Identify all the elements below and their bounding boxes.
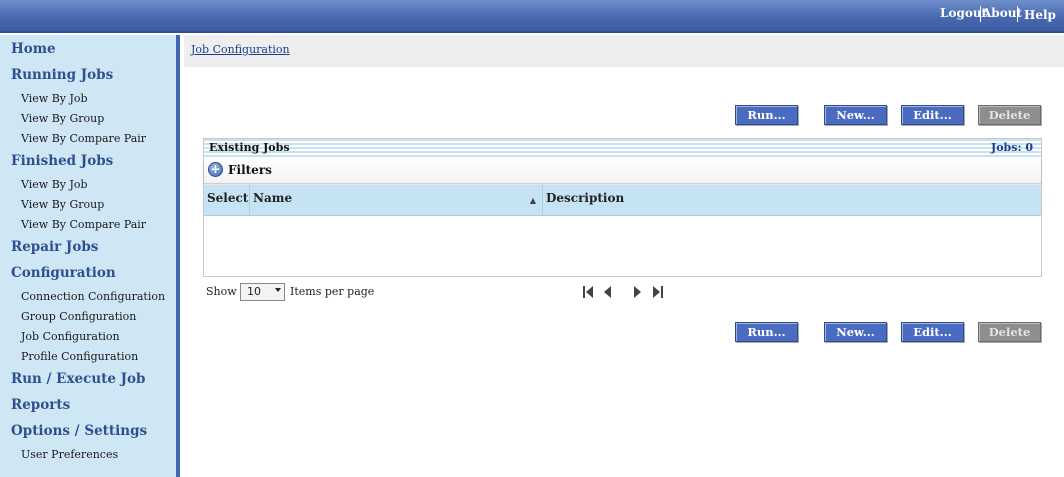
nav-reports[interactable]: Reports — [11, 397, 70, 413]
nav-finished-view-by-job[interactable]: View By Job — [21, 178, 88, 191]
nav-configuration[interactable]: Configuration — [11, 265, 116, 281]
column-description[interactable]: Description — [543, 185, 1041, 216]
breadcrumb-bar: Job Configuration — [184, 35, 1064, 67]
run-button-bottom[interactable]: Run... — [735, 322, 798, 342]
delete-button-top[interactable]: Delete — [978, 105, 1041, 125]
edit-button-bottom[interactable]: Edit... — [901, 322, 964, 342]
last-page-icon[interactable] — [651, 285, 664, 299]
jobs-count: Jobs: 0 — [991, 141, 1033, 154]
nav-user-preferences[interactable]: User Preferences — [21, 448, 118, 461]
header-separator — [1017, 6, 1018, 22]
table-body-empty — [204, 217, 1041, 276]
items-per-page-label: Items per page — [290, 285, 375, 298]
nav-options-settings[interactable]: Options / Settings — [11, 423, 147, 439]
nav-finished-view-by-group[interactable]: View By Group — [21, 198, 104, 211]
new-button-bottom[interactable]: New... — [824, 322, 887, 342]
nav-connection-configuration[interactable]: Connection Configuration — [21, 290, 165, 303]
column-name-label: Name — [253, 191, 293, 205]
top-header-bar: Logout About Help — [0, 0, 1064, 33]
help-link[interactable]: Help — [1024, 8, 1056, 22]
run-button-top[interactable]: Run... — [735, 105, 798, 125]
edit-button-top[interactable]: Edit... — [901, 105, 964, 125]
nav-run-execute-job[interactable]: Run / Execute Job — [11, 371, 146, 387]
nav-running-view-by-group[interactable]: View By Group — [21, 112, 104, 125]
delete-button-bottom[interactable]: Delete — [978, 322, 1041, 342]
page-size-value: 10 — [247, 285, 261, 298]
column-select[interactable]: Select — [204, 185, 250, 216]
table-header: Select Name ▲ Description — [204, 185, 1041, 216]
panel-header: Existing Jobs Jobs: 0 — [204, 139, 1041, 157]
nav-repair-jobs[interactable]: Repair Jobs — [11, 239, 98, 255]
new-button-top[interactable]: New... — [824, 105, 887, 125]
filters-label[interactable]: Filters — [228, 163, 272, 177]
nav-running-view-by-job[interactable]: View By Job — [21, 92, 88, 105]
first-page-icon[interactable] — [582, 285, 595, 299]
nav-finished-jobs[interactable]: Finished Jobs — [11, 153, 113, 169]
column-name[interactable]: Name ▲ — [250, 185, 543, 216]
nav-home[interactable]: Home — [11, 41, 56, 57]
breadcrumb-job-configuration[interactable]: Job Configuration — [191, 43, 290, 56]
existing-jobs-panel: Existing Jobs Jobs: 0 + Filters Select N… — [203, 138, 1042, 277]
about-link[interactable]: About — [982, 6, 1022, 20]
sort-ascending-icon[interactable]: ▲ — [530, 196, 536, 205]
plus-circle-icon[interactable]: + — [208, 162, 223, 177]
nav-running-view-by-compare-pair[interactable]: View By Compare Pair — [21, 132, 146, 145]
next-page-icon[interactable] — [632, 285, 642, 299]
nav-profile-configuration[interactable]: Profile Configuration — [21, 350, 138, 363]
previous-page-icon[interactable] — [603, 285, 613, 299]
nav-group-configuration[interactable]: Group Configuration — [21, 310, 136, 323]
nav-running-jobs[interactable]: Running Jobs — [11, 67, 113, 83]
header-separator — [980, 6, 981, 22]
sidebar-nav: Home Running Jobs View By Job View By Gr… — [0, 35, 180, 477]
page-size-select[interactable]: 10 — [240, 283, 285, 301]
chevron-down-icon — [275, 288, 281, 292]
nav-job-configuration[interactable]: Job Configuration — [21, 330, 120, 343]
filters-toggle[interactable]: + Filters — [204, 158, 1041, 184]
nav-finished-view-by-compare-pair[interactable]: View By Compare Pair — [21, 218, 146, 231]
panel-title: Existing Jobs — [209, 141, 290, 154]
show-label: Show — [206, 285, 237, 298]
